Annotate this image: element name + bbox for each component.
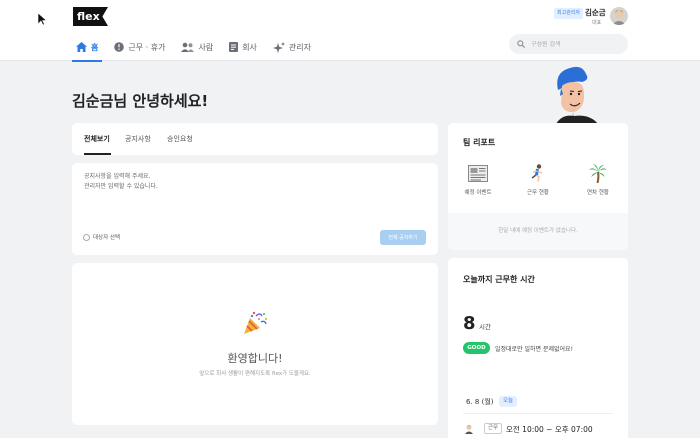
nav-home-label: 홈	[91, 42, 99, 52]
divider	[463, 413, 613, 414]
nav-home[interactable]: 홈	[72, 33, 103, 62]
worked-hours-value: 8	[463, 313, 476, 334]
page-title: 김순금님 안녕하세요!	[72, 92, 209, 110]
nav-company[interactable]: 회사	[225, 33, 261, 61]
work-time-title: 오늘까지 근무한 시간	[463, 275, 535, 284]
people-icon	[181, 42, 195, 52]
active-tab-indicator	[84, 153, 111, 155]
nav-admin[interactable]: 관리자	[269, 33, 315, 61]
nav-admin-label: 관리자	[288, 42, 312, 52]
top-header: flex 최고관리자 김순금 대표 홈 근무 · 휴가 사람 회사 관리자	[0, 0, 700, 62]
nav-people[interactable]: 사람	[177, 33, 217, 61]
user-avatar[interactable]	[610, 7, 628, 25]
target-select-label: 대상자 선택	[93, 235, 121, 241]
clock-icon	[114, 42, 125, 52]
tab-notices[interactable]: 공지사항	[125, 134, 151, 144]
team-report-card: 팀 리포트 예정 이벤트 근무 현황 연차 현황 한달 내에 예정 이벤트가 없…	[448, 123, 628, 250]
nav-company-label: 회사	[242, 42, 257, 52]
main-nav: 홈 근무 · 휴가 사람 회사 관리자	[72, 33, 323, 62]
schedule-date: 6. 8 (월)	[466, 398, 494, 406]
notice-input[interactable]: 공지사항을 입력해 주세요. 관리자만 입력할 수 있습니다.	[84, 172, 158, 192]
work-type-tag: 근무	[484, 423, 503, 434]
worked-hours-unit: 시간	[479, 323, 491, 331]
work-time-card: 오늘까지 근무한 시간 8 시간 GOOD 일정대로만 일하면 문제없어요! 6…	[448, 258, 628, 438]
work-time-range: 오전 10:00 ~ 오후 07:00	[506, 425, 593, 434]
search-icon	[517, 40, 525, 48]
team-upcoming-events-label: 예정 이벤트	[464, 190, 492, 196]
flex-logo[interactable]: flex	[73, 7, 108, 26]
search-input[interactable]	[531, 40, 621, 48]
tab-all[interactable]: 전체보기	[84, 134, 110, 144]
notice-placeholder-line2: 관리자만 입력할 수 있습니다.	[84, 183, 158, 190]
team-work-status-label: 근무 현황	[527, 190, 549, 196]
welcome-subtitle: 앞으로 회사 생활이 편해지도록 flex가 도울게요.	[199, 371, 311, 377]
team-leave-status-label: 연차 현황	[587, 190, 609, 196]
document-icon	[229, 42, 239, 52]
newspaper-icon	[468, 164, 488, 182]
nav-work-vacation[interactable]: 근무 · 휴가	[110, 33, 169, 61]
palm-tree-icon	[589, 163, 607, 183]
home-icon	[76, 42, 87, 52]
user-name[interactable]: 김순금	[585, 7, 606, 18]
welcome-title: 환영합니다!	[227, 352, 283, 365]
team-report-title: 팀 리포트	[463, 138, 496, 147]
mouse-cursor-icon	[38, 13, 47, 26]
status-badge: GOOD	[463, 342, 490, 354]
team-upcoming-events[interactable]: 예정 이벤트	[448, 161, 508, 196]
status-message: 일정대로만 일하면 문제없어요!	[495, 346, 573, 353]
tab-approvals[interactable]: 승인요청	[167, 134, 193, 144]
sparkle-icon	[272, 41, 285, 53]
notice-composer: 공지사항을 입력해 주세요. 관리자만 입력할 수 있습니다. 대상자 선택 전…	[72, 163, 438, 255]
nav-work-vacation-label: 근무 · 휴가	[128, 42, 166, 52]
announce-all-button[interactable]: 전체 공지하기	[380, 230, 426, 245]
feed-tabs: 전체보기 공지사항 승인요청	[72, 123, 438, 155]
runner-icon	[531, 164, 543, 182]
team-work-status[interactable]: 근무 현황	[508, 161, 568, 196]
welcome-card: 환영합니다! 앞으로 회사 생활이 편해지도록 flex가 도울게요.	[72, 263, 438, 425]
user-title: 대표	[592, 20, 602, 26]
target-select[interactable]: 대상자 선택	[83, 233, 120, 241]
today-badge: 오늘	[499, 396, 518, 407]
role-badge: 최고관리자	[554, 8, 584, 19]
team-leave-status[interactable]: 연차 현황	[568, 161, 628, 196]
radio-circle-icon	[83, 233, 90, 241]
worker-avatar-icon	[465, 425, 473, 434]
search-box[interactable]	[509, 34, 628, 54]
character-illustration	[556, 66, 598, 124]
notice-placeholder-line1: 공지사항을 입력해 주세요.	[84, 173, 151, 180]
team-empty-message: 한달 내에 예정 이벤트가 없습니다.	[448, 213, 628, 250]
nav-people-label: 사람	[198, 42, 214, 52]
party-popper-icon	[244, 311, 268, 334]
